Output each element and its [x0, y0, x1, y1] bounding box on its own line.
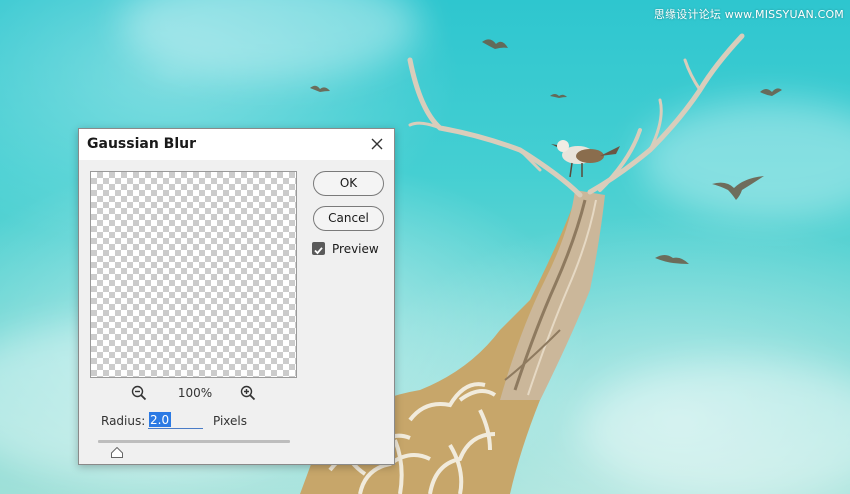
preview-checkbox[interactable] [312, 242, 325, 255]
close-icon[interactable] [368, 135, 386, 153]
tree-branches [407, 33, 745, 198]
blur-preview-area[interactable] [90, 171, 297, 378]
photoshop-canvas: 思缘设计论坛 www.MISSYUAN.COM Gaussian Blur OK… [0, 0, 850, 494]
radius-value[interactable]: 2.0 [150, 413, 169, 427]
radius-slider-thumb[interactable] [110, 443, 123, 458]
checkmark-icon [314, 247, 323, 255]
ok-button[interactable]: OK [313, 171, 384, 196]
radius-label: Radius: [101, 414, 146, 428]
cancel-button[interactable]: Cancel [313, 206, 384, 231]
twisted-tree-trunk [500, 190, 605, 400]
radius-slider-track[interactable] [98, 440, 290, 443]
gaussian-blur-dialog: Gaussian Blur OK Cancel Preview 100% Rad… [78, 128, 395, 465]
dialog-title: Gaussian Blur [87, 136, 196, 152]
zoom-in-icon[interactable] [240, 385, 256, 401]
perched-bird [551, 140, 620, 178]
dialog-title-bar[interactable]: Gaussian Blur [79, 129, 394, 160]
watermark: 思缘设计论坛 www.MISSYUAN.COM [653, 8, 844, 21]
zoom-out-icon[interactable] [131, 385, 147, 401]
preview-label: Preview [332, 242, 379, 256]
units-label: Pixels [213, 414, 248, 428]
zoom-level: 100% [177, 386, 213, 400]
